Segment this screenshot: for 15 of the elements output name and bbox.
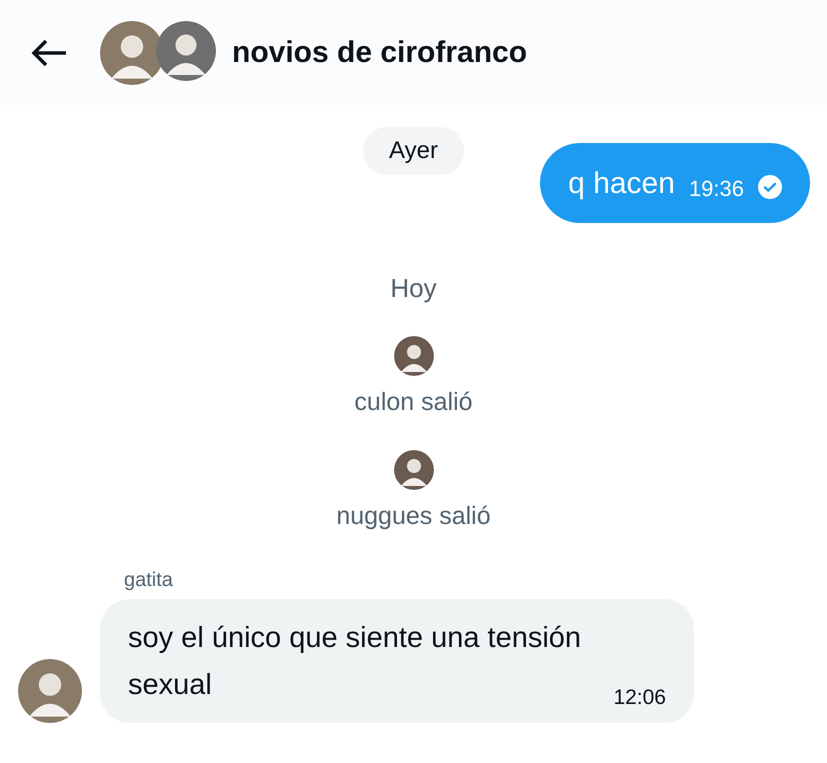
chat-title: novios de cirofranco xyxy=(232,35,528,71)
message-time: 12:06 xyxy=(613,684,666,710)
system-message: culon salió xyxy=(354,387,473,418)
message-text: soy el único que siente una tensión sexual xyxy=(128,621,582,703)
avatar-icon xyxy=(18,659,82,723)
message-text: q hacen xyxy=(568,166,675,202)
system-message: nuggues salió xyxy=(336,500,491,532)
avatar-icon xyxy=(156,20,216,80)
sender-name: gatita xyxy=(124,568,174,593)
back-arrow-icon[interactable] xyxy=(30,38,68,68)
date-pill: Ayer xyxy=(363,127,464,175)
avatar-icon xyxy=(394,450,434,490)
message-time: 19:36 xyxy=(688,174,744,202)
date-label: Hoy xyxy=(390,272,437,305)
avatar-icon xyxy=(394,336,434,376)
